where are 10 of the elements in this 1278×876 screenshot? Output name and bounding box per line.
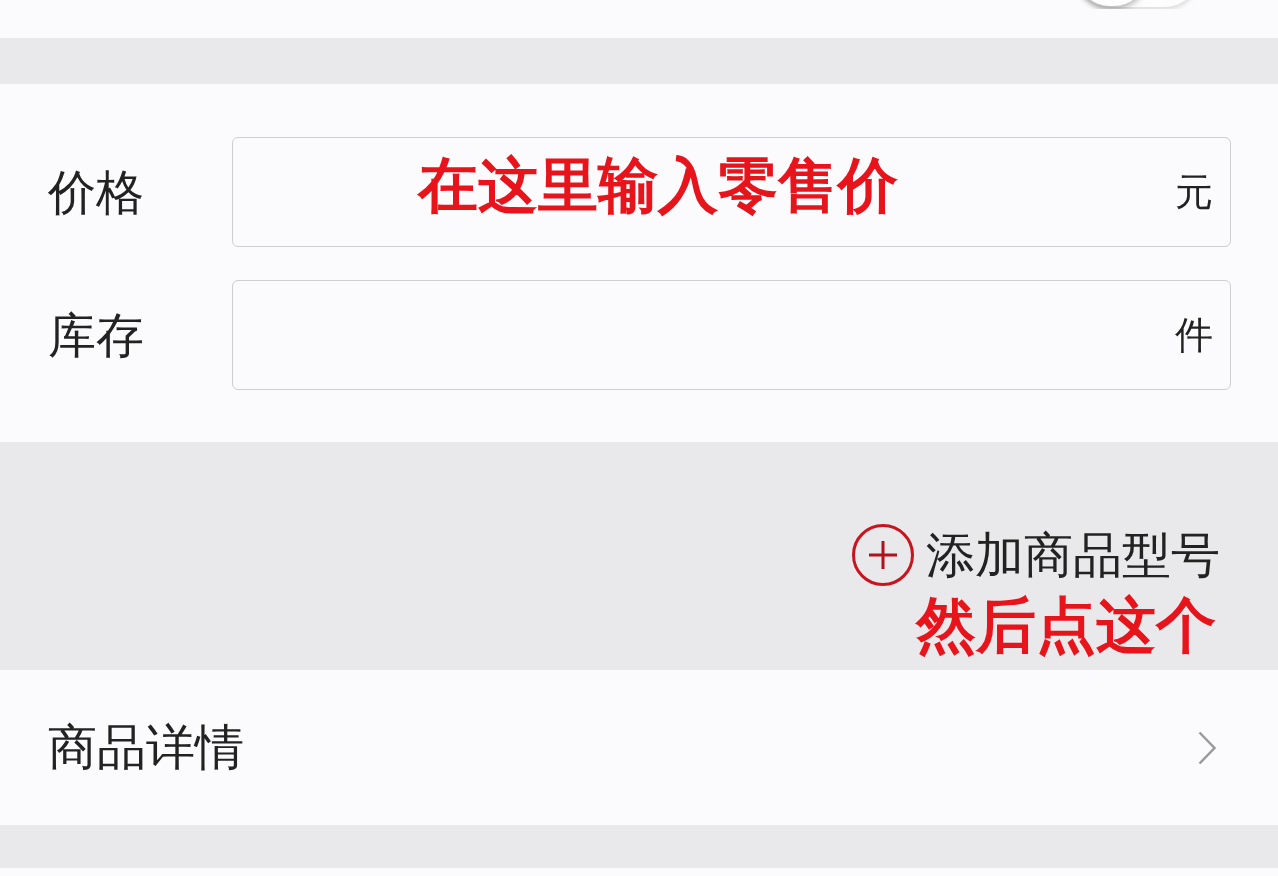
chevron-right-icon: [1198, 730, 1216, 765]
unit-label: 件: [1175, 316, 1213, 354]
annotation-text: 在这里输入零售价: [418, 149, 898, 222]
annotation-text: 然后点这个: [916, 589, 1216, 662]
field-label: 库存: [48, 311, 145, 359]
field-label: 价格: [48, 168, 145, 216]
input-field[interactable]: 件: [232, 280, 1231, 390]
plus-circle-icon: [852, 524, 914, 586]
add-model-button[interactable]: 添加商品型号: [852, 524, 1220, 586]
row-label: 商品详情: [48, 723, 244, 772]
